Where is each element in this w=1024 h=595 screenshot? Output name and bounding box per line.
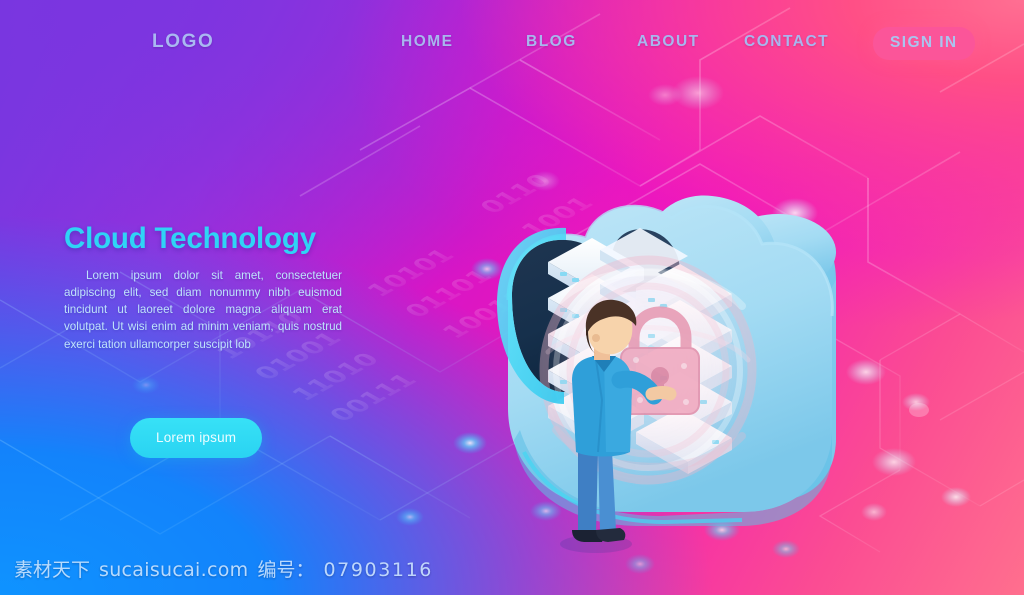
svg-text:10011: 10011 <box>435 286 536 342</box>
svg-text:11010: 11010 <box>285 349 386 405</box>
watermark-domain: sucaisucai.com <box>99 559 249 581</box>
nav-link-contact[interactable]: CONTACT <box>744 33 829 51</box>
cloud-body <box>497 204 834 526</box>
svg-text:10101: 10101 <box>360 245 461 301</box>
hero-banner: 10110 01001 11010 00111 10101 01101 1001… <box>0 0 1024 595</box>
svg-text:1010: 1010 <box>682 332 760 375</box>
padlock-icon <box>620 306 700 415</box>
nav-link-blog[interactable]: BLOG <box>526 33 577 51</box>
nav-link-home[interactable]: HOME <box>401 33 454 51</box>
watermark-site-name: 素材天下 <box>14 559 91 581</box>
server-racks <box>548 228 732 474</box>
cloud-lobe-right <box>720 214 836 500</box>
logo[interactable]: LOGO <box>152 31 214 53</box>
hero-description: Lorem ipsum dolor sit amet, consectetuer… <box>64 268 342 351</box>
cloud-lobe-mid <box>648 195 778 300</box>
cta-button[interactable]: Lorem ipsum <box>130 418 263 458</box>
page-title: Cloud Technology <box>64 222 316 255</box>
person-figure <box>560 299 677 553</box>
svg-text:00111: 00111 <box>323 370 424 426</box>
svg-text:1001: 1001 <box>514 193 600 240</box>
nav-link-about[interactable]: ABOUT <box>637 33 700 51</box>
svg-text:0110: 0110 <box>473 170 559 217</box>
cloud-shell-left <box>497 227 566 404</box>
sign-in-button[interactable]: SIGN IN <box>873 27 975 60</box>
watermark-id-label: 编号： <box>257 559 315 581</box>
watermark: 素材天下 sucaisucai.com 编号： 07903116 <box>14 555 433 582</box>
hero-text-block: Cloud Technology Lorem ipsum dolor sit a… <box>64 222 346 353</box>
top-navigation: LOGO HOME BLOG ABOUT CONTACT SIGN IN <box>0 0 1024 86</box>
data-swirl <box>536 252 760 488</box>
svg-text:01101: 01101 <box>398 266 499 322</box>
watermark-id-value: 07903116 <box>323 559 433 581</box>
svg-text:01011: 01011 <box>578 402 669 453</box>
svg-text:10110: 10110 <box>542 382 633 433</box>
